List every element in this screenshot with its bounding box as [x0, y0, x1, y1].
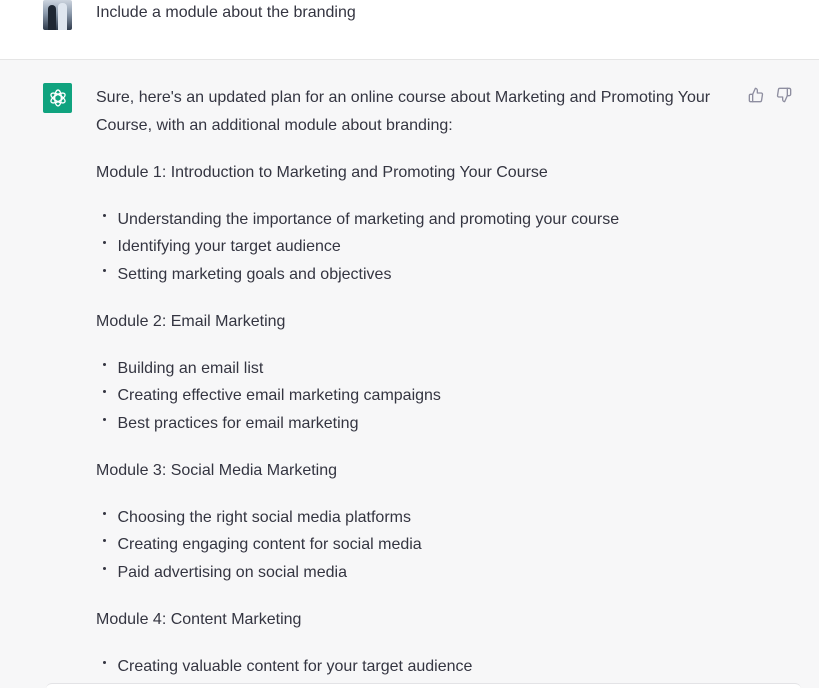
module-2-list: Building an email list Creating effectiv… [96, 355, 726, 438]
module-title: Module 4: Content Marketing [96, 610, 302, 628]
list-item: Best practices for email marketing [96, 410, 726, 438]
list-item: Identifying your target audience [96, 233, 726, 261]
assistant-message-content: Sure, here's an updated plan for an onli… [96, 84, 726, 700]
list-item: Setting marketing goals and objectives [96, 261, 726, 289]
module-1-list: Understanding the importance of marketin… [96, 206, 726, 289]
list-item: Paid advertising on social media [96, 559, 726, 587]
assistant-intro: Sure, here's an updated plan for an onli… [96, 89, 711, 134]
openai-logo-icon [43, 83, 72, 113]
module-title: Module 1: Introduction to Marketing and … [96, 163, 548, 181]
list-item: Creating engaging content for social med… [96, 531, 726, 559]
thumbs-down-icon[interactable] [776, 87, 794, 105]
list-item: Building an email list [96, 355, 726, 383]
assistant-message-row: Sure, here's an updated plan for an onli… [0, 60, 819, 688]
user-avatar [43, 0, 72, 30]
list-item: Creating valuable content for your targe… [96, 653, 726, 681]
module-4-list: Creating valuable content for your targe… [96, 653, 726, 681]
list-item: Creating effective email marketing campa… [96, 382, 726, 410]
module-title: Module 2: Email Marketing [96, 312, 286, 330]
list-item: Choosing the right social media platform… [96, 504, 726, 532]
input-area-edge [46, 683, 801, 689]
user-message-row: Include a module about the branding [0, 0, 819, 60]
user-message-text: Include a module about the branding [96, 4, 356, 21]
module-title: Module 3: Social Media Marketing [96, 461, 338, 479]
thumbs-up-icon[interactable] [748, 87, 766, 105]
list-item: Understanding the importance of marketin… [96, 206, 726, 234]
module-3-list: Choosing the right social media platform… [96, 504, 726, 587]
